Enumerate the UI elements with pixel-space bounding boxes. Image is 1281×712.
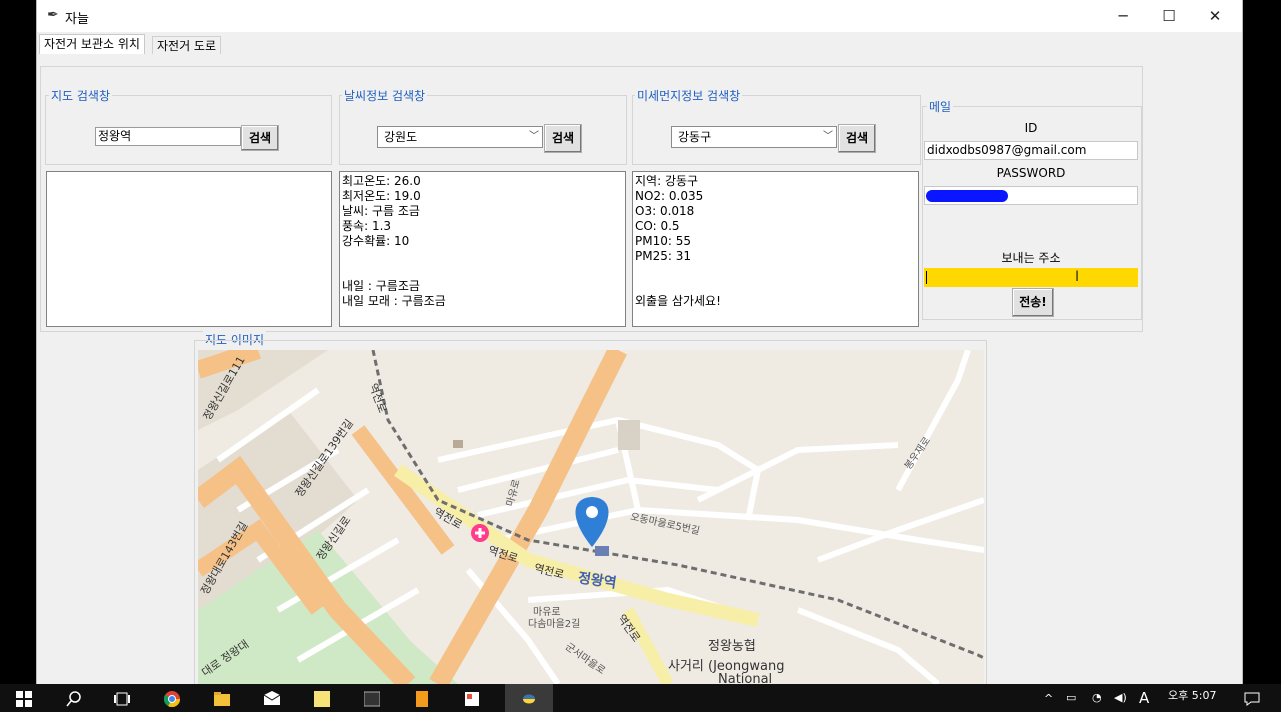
ibeam-cursor-icon: I (1075, 269, 1080, 285)
sticky-notes-icon[interactable] (314, 691, 330, 707)
id-input[interactable]: didxodbs0987@gmail.com (924, 141, 1138, 160)
chevron-down-icon: ﹀ (823, 131, 833, 142)
weather-line (340, 264, 625, 279)
notebook-tabs: 자전거 보관소 위치 자전거 도로 (37, 32, 1242, 55)
map-graphic (198, 350, 984, 684)
weather-line: 날씨: 구름 조금 (342, 204, 420, 218)
dust-line: CO: 0.5 (635, 219, 680, 233)
weather-line: 내일 모래 : 구름조금 (342, 294, 446, 308)
dust-line (633, 264, 918, 279)
dust-search-label: 미세먼지정보 검색창 (635, 87, 743, 104)
text-caret (926, 271, 927, 284)
dust-search-button[interactable]: 검색 (838, 124, 876, 153)
dust-line: O3: 0.018 (635, 204, 695, 218)
chrome-icon[interactable] (164, 691, 180, 707)
network-icon[interactable]: ▭ (1066, 691, 1076, 704)
mail-frame-label: 메일 (927, 98, 954, 115)
id-label: ID (1024, 121, 1038, 135)
tab-bike-road[interactable]: 자전거 도로 (152, 36, 222, 54)
maximize-button[interactable]: ☐ (1146, 0, 1192, 32)
tab-bike-storage[interactable]: 자전거 보관소 위치 (39, 34, 145, 54)
dust-line: 지역: 강동구 (635, 174, 699, 188)
weather-line: 최저온도: 19.0 (342, 189, 421, 203)
dust-line: 외출을 삼가세요! (635, 294, 721, 308)
ime-indicator[interactable]: A (1139, 689, 1149, 707)
dust-line (633, 279, 918, 294)
map-search-button[interactable]: 검색 (241, 125, 279, 151)
send-button[interactable]: 전송! (1012, 288, 1054, 317)
weather-result-text[interactable]: 최고온도: 26.0 최저온도: 19.0 날씨: 구름 조금 풍속: 1.3 … (339, 171, 626, 327)
map-image[interactable]: 정왕역 역전로 역전로 역전로 역전로 역전로 마유로 마유로 다솜마을2길 오… (198, 350, 984, 684)
map-label-street: 다솜마을2길 (528, 619, 581, 630)
province-select[interactable]: 강원도 ﹀ (377, 126, 543, 148)
password-label: PASSWORD (996, 166, 1066, 180)
notification-icon[interactable] (1244, 691, 1260, 707)
window-title: 자늘 (65, 12, 89, 27)
weather-line: 최고온도: 26.0 (342, 174, 421, 188)
dust-line: PM10: 55 (635, 234, 691, 248)
tk-feather-icon: ✒ (47, 7, 59, 23)
close-button[interactable]: ✕ (1192, 0, 1238, 32)
mail-icon[interactable] (264, 691, 280, 707)
terminal-icon[interactable] (364, 691, 380, 707)
weather-line: 내일 : 구름조금 (342, 279, 420, 293)
paint-icon[interactable] (464, 691, 480, 707)
title-bar: ✒ 자늘 ─ ☐ ✕ (37, 0, 1242, 32)
province-select-value: 강원도 (384, 130, 418, 144)
chevron-up-icon[interactable]: ^ (1044, 692, 1053, 705)
recipient-label: 보내는 주소 (1001, 251, 1061, 265)
clock-time[interactable]: 오후 5:07 (1168, 687, 1216, 703)
password-input[interactable] (924, 186, 1138, 205)
powerpoint-icon[interactable] (414, 691, 430, 707)
dust-result-text[interactable]: 지역: 강동구 NO2: 0.035 O3: 0.018 CO: 0.5 PM1… (632, 171, 919, 327)
windows-taskbar: ^ ▭ ◔ ◀) A 오후 5:07 (0, 684, 1281, 712)
recipient-input[interactable]: I (924, 268, 1138, 287)
search-icon[interactable] (66, 691, 82, 707)
map-search-input[interactable]: 정왕역 (95, 127, 241, 146)
app-window: ✒ 자늘 ─ ☐ ✕ 자전거 보관소 위치 자전거 도로 지도 검색창 정왕역 … (36, 0, 1243, 684)
weather-search-label: 날씨정보 검색창 (342, 87, 428, 104)
volume-icon[interactable]: ◀) (1114, 691, 1127, 704)
weather-line (340, 249, 625, 264)
windows-start-icon[interactable] (16, 691, 32, 707)
password-redaction (926, 190, 1008, 202)
weather-line: 풍속: 1.3 (342, 219, 392, 233)
python-taskbar-button[interactable] (505, 684, 553, 712)
map-label-poi: National (718, 672, 773, 684)
dust-line: NO2: 0.035 (635, 189, 704, 203)
dust-line: PM25: 31 (635, 249, 691, 263)
map-search-label: 지도 검색창 (49, 87, 113, 104)
map-result-text[interactable] (46, 171, 332, 327)
district-select-value: 강동구 (678, 130, 712, 144)
python-icon (523, 694, 535, 704)
file-explorer-icon[interactable] (214, 691, 230, 707)
weather-line: 강수확률: 10 (342, 234, 410, 248)
wifi-icon[interactable]: ◔ (1092, 691, 1102, 704)
weather-search-button[interactable]: 검색 (544, 124, 582, 153)
map-label-poi: 정왕농협 (708, 639, 756, 654)
chevron-down-icon: ﹀ (529, 131, 539, 142)
district-select[interactable]: 강동구 ﹀ (671, 126, 837, 148)
tab-content: 지도 검색창 정왕역 검색 날씨정보 검색창 강원도 ﹀ 검색 미세먼지정보 검… (37, 54, 1242, 684)
minimize-button[interactable]: ─ (1100, 0, 1146, 32)
task-view-icon[interactable] (114, 691, 130, 707)
